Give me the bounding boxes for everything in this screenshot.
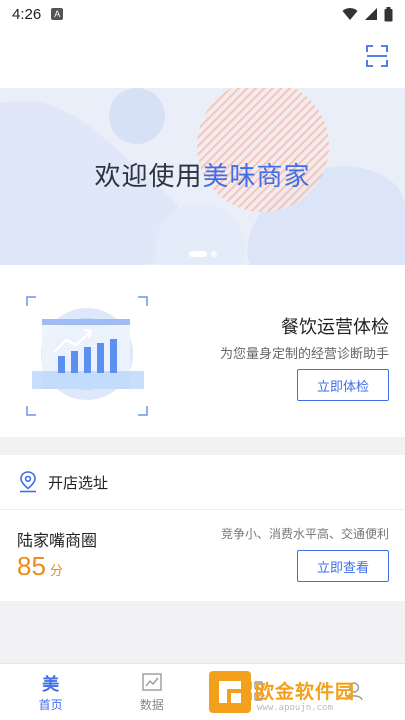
brand-icon: 美: [42, 674, 60, 695]
tab-data[interactable]: 数据: [101, 664, 202, 720]
tab-home[interactable]: 美 首页: [0, 664, 101, 720]
view-now-button[interactable]: 立即查看: [297, 550, 389, 582]
watermark-text: 欧金软件园: [255, 681, 356, 703]
tab-data-label: 数据: [139, 698, 164, 712]
site-selection-header[interactable]: 开店选址: [0, 455, 405, 510]
area-score-value: 85: [17, 551, 46, 581]
status-bar: 4:26 A: [0, 0, 405, 28]
wifi-icon: [342, 8, 358, 20]
area-tags: 竞争小、消费水平高、交通便利: [220, 527, 389, 541]
health-check-illustration: [26, 296, 148, 416]
tab-home-label: 首页: [38, 698, 63, 712]
area-name: 陆家嘴商圈: [17, 531, 98, 550]
notification-badge-icon: A: [51, 8, 64, 20]
signal-icon: [365, 8, 377, 20]
health-check-card: 餐饮运营体检 为您量身定制的经营诊断助手 立即体检: [0, 265, 405, 437]
banner-dot[interactable]: [210, 251, 217, 257]
chart-icon: [142, 673, 162, 691]
health-check-title: 餐饮运营体检: [281, 317, 389, 338]
site-selection-card: 开店选址 陆家嘴商圈 85 分 竞争小、消费水平高、交通便利 立即查看: [0, 455, 405, 601]
watermark-url: www.apoujn.com: [257, 703, 333, 713]
battery-icon: [384, 6, 393, 21]
scan-icon[interactable]: [365, 44, 389, 68]
top-bar: [0, 28, 405, 90]
banner-title-prefix: 欢迎使用: [94, 162, 203, 192]
area-score: 85 分: [17, 551, 63, 582]
banner-title-brand: 美味商家: [202, 162, 311, 192]
watermark: 欧金软件园 www.apoujn.com: [205, 665, 405, 720]
banner-dot-active[interactable]: [188, 251, 207, 257]
status-time: 4:26: [12, 5, 42, 23]
watermark-logo-icon: [209, 671, 251, 713]
start-check-button[interactable]: 立即体检: [297, 369, 389, 401]
location-pin-icon: [20, 471, 36, 493]
area-score-unit: 分: [49, 564, 63, 579]
welcome-banner[interactable]: 欢迎使用美味商家: [0, 88, 405, 265]
site-selection-label: 开店选址: [48, 473, 109, 492]
health-check-subtitle: 为您量身定制的经营诊断助手: [219, 347, 389, 362]
banner-pagination: [0, 251, 405, 257]
banner-title: 欢迎使用美味商家: [0, 156, 405, 193]
